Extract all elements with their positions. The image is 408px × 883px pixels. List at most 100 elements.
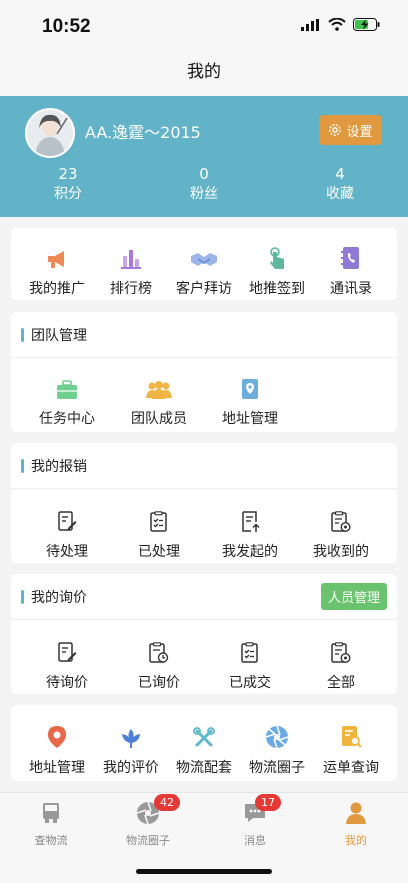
- doc-search-icon: [342, 726, 362, 748]
- truck-icon: [43, 803, 59, 823]
- tab-logistics-circle[interactable]: 42 物流圈子: [108, 794, 188, 848]
- team-item-task-center[interactable]: 任务中心: [31, 368, 103, 428]
- inquiry-item-label: 已成交: [229, 675, 271, 691]
- status-bar: 10:52: [0, 0, 408, 52]
- service-item-reviews[interactable]: 我的评价: [95, 717, 167, 777]
- reimburse-item-label: 待处理: [46, 544, 88, 560]
- quick-item-promotion[interactable]: 我的推广: [21, 238, 93, 298]
- tab-track-logistics[interactable]: 查物流: [11, 801, 91, 848]
- inquiry-item-label: 已询价: [138, 675, 180, 691]
- avatar-illustration: [27, 110, 73, 156]
- stat-label: 收藏: [326, 186, 354, 202]
- team-management-card: 团队管理 任务中心 团队成员 地址管理: [11, 312, 397, 432]
- section-header: 我的报销: [11, 443, 397, 489]
- lotus-icon: [122, 729, 140, 748]
- unread-badge: 17: [255, 794, 281, 811]
- quick-item-checkin[interactable]: 地推签到: [241, 238, 313, 298]
- quick-actions-card: 我的推广 排行榜 客户拜访 地推签到 通讯录: [11, 228, 397, 300]
- tap-hand-icon: [270, 247, 284, 269]
- inquiry-card: 我的询价 人员管理 待询价 已询价 已成交 全部: [11, 574, 397, 694]
- doc-upload-icon: [242, 511, 260, 532]
- doc-edit-icon: [58, 511, 77, 531]
- nav-bar: 我的: [0, 52, 408, 96]
- map-pin-doc-icon: [242, 379, 258, 399]
- reimburse-item-label: 我收到的: [313, 544, 369, 560]
- reimburse-item-received[interactable]: 我收到的: [305, 501, 377, 561]
- quick-item-contacts[interactable]: 通讯录: [315, 238, 387, 298]
- tab-messages[interactable]: 17 消息: [215, 794, 295, 848]
- quick-item-label: 通讯录: [330, 281, 372, 297]
- status-icons: [301, 18, 380, 31]
- quick-item-ranking[interactable]: 排行榜: [95, 238, 167, 298]
- wifi-icon: [328, 18, 346, 31]
- stat-value: 23: [58, 165, 78, 183]
- person-icon: [346, 802, 366, 824]
- ranking-bars-icon: [121, 250, 141, 269]
- section-title: 团队管理: [31, 327, 87, 344]
- inquiry-item-closed[interactable]: 已成交: [214, 632, 286, 692]
- section-header: 团队管理: [11, 312, 397, 358]
- stat-label: 积分: [54, 186, 82, 202]
- briefcase-icon: [57, 380, 77, 399]
- team-item-label: 团队成员: [131, 411, 187, 427]
- section-title: 我的报销: [31, 458, 87, 475]
- inquiry-item-inquired[interactable]: 已询价: [123, 632, 195, 692]
- doc-edit-icon: [58, 642, 77, 662]
- reimburse-item-initiated[interactable]: 我发起的: [214, 501, 286, 561]
- service-item-label: 我的评价: [103, 760, 159, 776]
- stat-points[interactable]: 23 积分: [8, 165, 128, 204]
- inquiry-item-all[interactable]: 全部: [305, 632, 377, 692]
- stat-value: 4: [335, 165, 345, 183]
- service-item-waybill-query[interactable]: 运单查询: [315, 717, 387, 777]
- megaphone-icon: [48, 251, 64, 268]
- profile-header: AA.逸霆～2015 设置 23 积分 0 粉丝 4 收藏: [0, 96, 408, 217]
- service-item-logistics-support[interactable]: 物流配套: [168, 717, 240, 777]
- quick-item-label: 地推签到: [249, 281, 305, 297]
- stat-label: 粉丝: [190, 186, 218, 202]
- username: AA.逸霆～2015: [85, 123, 201, 142]
- stat-value: 0: [199, 165, 209, 183]
- quick-item-label: 客户拜访: [176, 281, 232, 297]
- reimburse-item-label: 已处理: [138, 544, 180, 560]
- aperture-icon: [265, 725, 289, 749]
- settings-label: 设置: [346, 124, 373, 140]
- group-icon: [146, 381, 172, 399]
- service-item-logistics-circle[interactable]: 物流圈子: [241, 717, 313, 777]
- page-title: 我的: [187, 62, 221, 82]
- doc-gear-icon: [331, 511, 351, 533]
- tab-label: 我的: [345, 834, 367, 847]
- unread-badge: 42: [154, 794, 180, 811]
- service-item-label: 物流圈子: [249, 760, 305, 776]
- location-pin-icon: [48, 726, 66, 748]
- tab-label: 查物流: [34, 834, 68, 847]
- handshake-icon: [191, 253, 217, 266]
- team-item-members[interactable]: 团队成员: [123, 368, 195, 428]
- service-item-address[interactable]: 地址管理: [21, 717, 93, 777]
- stat-favorites[interactable]: 4 收藏: [280, 165, 400, 204]
- home-indicator: [136, 869, 272, 874]
- team-item-address[interactable]: 地址管理: [214, 368, 286, 428]
- signal-icon: [301, 18, 319, 31]
- doc-check-icon: [150, 511, 167, 532]
- staff-management-button[interactable]: 人员管理: [321, 583, 387, 610]
- service-item-label: 运单查询: [323, 760, 379, 776]
- team-item-label: 地址管理: [222, 411, 278, 427]
- team-item-label: 任务中心: [39, 411, 95, 427]
- service-item-label: 地址管理: [29, 760, 85, 776]
- quick-item-customer-visit[interactable]: 客户拜访: [168, 238, 240, 298]
- services-card: 地址管理 我的评价 物流配套 物流圈子 运单查询: [11, 705, 397, 781]
- inquiry-item-label: 待询价: [46, 675, 88, 691]
- inquiry-item-pending[interactable]: 待询价: [31, 632, 103, 692]
- section-title: 我的询价: [31, 589, 87, 606]
- doc-clock-icon: [149, 642, 169, 663]
- service-item-label: 物流配套: [176, 760, 232, 776]
- settings-button[interactable]: 设置: [319, 115, 382, 145]
- quick-item-label: 我的推广: [29, 281, 85, 297]
- reimburse-item-pending[interactable]: 待处理: [31, 501, 103, 561]
- stat-fans[interactable]: 0 粉丝: [144, 165, 264, 204]
- status-time: 10:52: [42, 16, 91, 37]
- avatar[interactable]: [25, 108, 75, 158]
- tab-me[interactable]: 我的: [316, 801, 396, 848]
- reimburse-item-processed[interactable]: 已处理: [123, 501, 195, 561]
- tab-label: 物流圈子: [126, 834, 170, 847]
